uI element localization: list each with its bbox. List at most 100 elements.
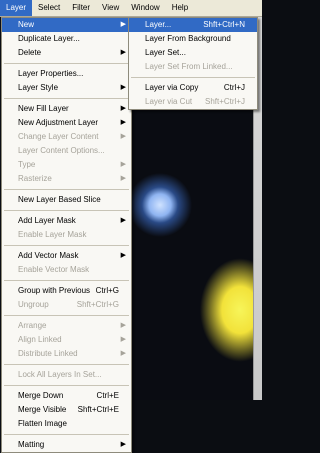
submenu-arrow-icon: ▶ (120, 161, 126, 168)
menu-item-new-layer-based-slice[interactable]: New Layer Based Slice (2, 193, 131, 207)
menu-item-label: Delete (18, 48, 42, 57)
menu-item-label: Layer Style (18, 83, 59, 92)
menu-item-layer-set[interactable]: Layer Set... (129, 46, 257, 60)
menubar-filter[interactable]: Filter (66, 0, 96, 16)
menu-item-shortcut: Shft+Ctrl+N (203, 20, 245, 29)
menu-item-label: Rasterize (18, 174, 52, 183)
submenu-arrow-icon: ▶ (120, 21, 126, 28)
menu-item-merge-down[interactable]: Merge Down Ctrl+E (2, 389, 131, 403)
submenu-arrow-icon: ▶ (120, 119, 126, 126)
menu-item-label: Layer Content Options... (18, 146, 105, 155)
menu-item-label: Layer via Copy (145, 83, 199, 92)
menu-item-label: Flatten Image (18, 419, 67, 428)
menubar-view[interactable]: View (96, 0, 125, 16)
menu-item-layer[interactable]: Layer... Shft+Ctrl+N (129, 18, 257, 32)
menu-item-new[interactable]: New ▶ (2, 18, 131, 32)
menu-separator (4, 245, 129, 246)
menu-item-arrange: Arrange ▶ (2, 319, 131, 333)
menu-item-align-linked: Align Linked ▶ (2, 333, 131, 347)
menu-item-label: Layer via Cut (145, 97, 193, 106)
menu-item-distribute-linked: Distribute Linked ▶ (2, 347, 131, 361)
menu-item-label: Layer Set From Linked... (145, 62, 233, 71)
menu-item-matting[interactable]: Matting ▶ (2, 438, 131, 452)
menu-item-layer-style[interactable]: Layer Style ▶ (2, 81, 131, 95)
menu-item-label: Merge Down (18, 391, 64, 400)
menu-separator (4, 434, 129, 435)
menu-item-label: New Fill Layer (18, 104, 69, 113)
new-submenu: Layer... Shft+Ctrl+N Layer From Background… (128, 17, 258, 110)
menu-item-enable-layer-mask: Enable Layer Mask (2, 228, 131, 242)
menu-item-label: New Layer Based Slice (18, 195, 101, 204)
submenu-arrow-icon: ▶ (120, 350, 126, 357)
submenu-arrow-icon: ▶ (120, 336, 126, 343)
menu-item-label: Distribute Linked (18, 349, 78, 358)
menu-separator (4, 280, 129, 281)
menu-item-delete[interactable]: Delete ▶ (2, 46, 131, 60)
menu-item-label: Align Linked (18, 335, 62, 344)
menu-item-type: Type ▶ (2, 158, 131, 172)
menubar-window[interactable]: Window (125, 0, 165, 16)
menu-item-shortcut: Ctrl+G (95, 286, 119, 295)
menu-item-label: Lock All Layers In Set... (18, 370, 102, 379)
menu-item-label: Add Layer Mask (18, 216, 76, 225)
menu-item-add-vector-mask[interactable]: Add Vector Mask ▶ (2, 249, 131, 263)
menu-item-label: Ungroup (18, 300, 49, 309)
menu-separator (4, 210, 129, 211)
submenu-arrow-icon: ▶ (120, 217, 126, 224)
menu-item-label: Merge Visible (18, 405, 67, 414)
menu-item-shortcut: Shft+Ctrl+J (204, 97, 245, 106)
menu-item-label: Matting (18, 440, 45, 449)
menu-item-layer-set-from-linked: Layer Set From Linked... (129, 60, 257, 74)
menu-item-label: Layer... (145, 20, 172, 29)
menu-item-label: Change Layer Content (18, 132, 99, 141)
submenu-arrow-icon: ▶ (120, 133, 126, 140)
menu-item-label: Layer Properties... (18, 69, 84, 78)
menu-separator (4, 385, 129, 386)
submenu-arrow-icon: ▶ (120, 49, 126, 56)
menu-item-shortcut: Shft+Ctrl+G (76, 300, 119, 309)
submenu-arrow-icon: ▶ (120, 322, 126, 329)
menu-item-new-adjustment-layer[interactable]: New Adjustment Layer ▶ (2, 116, 131, 130)
menu-item-label: New Adjustment Layer (18, 118, 99, 127)
menu-item-label: New (18, 20, 35, 29)
menu-item-label: Layer Set... (145, 48, 186, 57)
layer-menu: New ▶ Duplicate Layer... Delete ▶ Layer Prope… (1, 17, 132, 453)
menu-item-label: Enable Vector Mask (18, 265, 90, 274)
menu-item-flatten-image[interactable]: Flatten Image (2, 417, 131, 431)
menu-item-ungroup: Ungroup Shft+Ctrl+G (2, 298, 131, 312)
submenu-arrow-icon: ▶ (120, 175, 126, 182)
menu-item-lock-all-layers-in-set: Lock All Layers In Set... (2, 368, 131, 382)
menubar-help[interactable]: Help (166, 0, 194, 16)
menu-item-merge-visible[interactable]: Merge Visible Shft+Ctrl+E (2, 403, 131, 417)
menu-item-label: Add Vector Mask (18, 251, 79, 260)
menu-item-change-layer-content: Change Layer Content ▶ (2, 130, 131, 144)
menu-item-rasterize: Rasterize ▶ (2, 172, 131, 186)
menu-separator (4, 98, 129, 99)
menu-separator (131, 77, 255, 78)
menu-item-enable-vector-mask: Enable Vector Mask (2, 263, 131, 277)
menu-item-layer-properties[interactable]: Layer Properties... (2, 67, 131, 81)
submenu-arrow-icon: ▶ (120, 441, 126, 448)
menu-item-label: Enable Layer Mask (18, 230, 87, 239)
submenu-arrow-icon: ▶ (120, 84, 126, 91)
menu-item-add-layer-mask[interactable]: Add Layer Mask ▶ (2, 214, 131, 228)
menu-separator (4, 63, 129, 64)
menu-item-shortcut: Ctrl+E (96, 391, 119, 400)
menu-bar: Layer Select Filter View Window Help (0, 0, 262, 17)
menu-separator (4, 364, 129, 365)
menu-item-layer-content-options: Layer Content Options... (2, 144, 131, 158)
menu-item-layer-from-background[interactable]: Layer From Background (129, 32, 257, 46)
submenu-arrow-icon: ▶ (120, 252, 126, 259)
submenu-arrow-icon: ▶ (120, 105, 126, 112)
menubar-layer[interactable]: Layer (0, 0, 33, 16)
menu-item-shortcut: Ctrl+J (223, 83, 245, 92)
menubar-select[interactable]: Select (32, 0, 66, 16)
menu-item-label: Type (18, 160, 36, 169)
menu-item-label: Group with Previous (18, 286, 91, 295)
menu-item-group-with-previous[interactable]: Group with Previous Ctrl+G (2, 284, 131, 298)
menu-item-label: Layer From Background (145, 34, 231, 43)
menu-item-duplicate-layer[interactable]: Duplicate Layer... (2, 32, 131, 46)
menu-separator (4, 315, 129, 316)
menu-item-new-fill-layer[interactable]: New Fill Layer ▶ (2, 102, 131, 116)
menu-item-layer-via-copy[interactable]: Layer via Copy Ctrl+J (129, 81, 257, 95)
